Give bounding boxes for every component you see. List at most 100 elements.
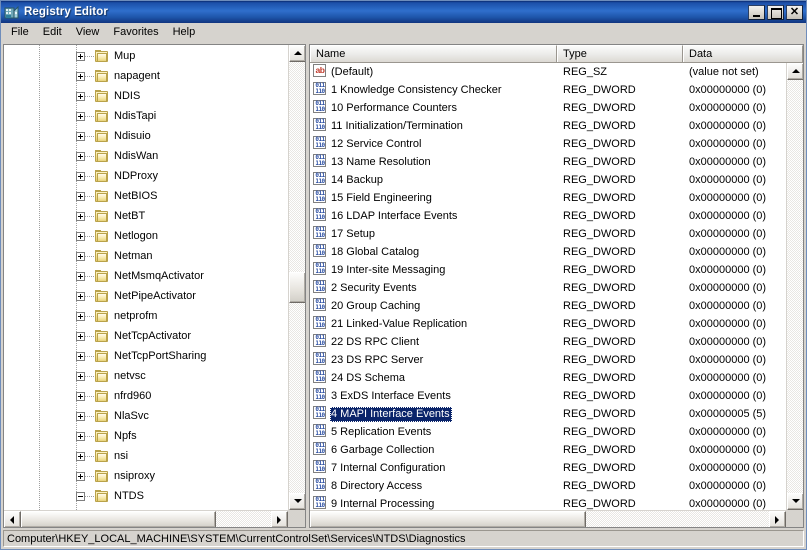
registry-value-row[interactable]: 011 110 19 Inter-site Messaging REG_DWORD 0x… [310,261,786,279]
expand-icon[interactable] [76,151,85,161]
registry-value-row[interactable]: 011 110 9 Internal Processing REG_DWORD 0x00… [310,495,786,510]
list-horizontal-scroll-thumb[interactable] [310,511,586,527]
registry-value-row[interactable]: 011 110 14 Backup REG_DWORD 0x00000000 (0) [310,171,786,189]
expand-icon[interactable] [76,211,85,221]
registry-value-row[interactable]: 011 110 3 ExDS Interface Events REG_DWORD 0x… [310,387,786,405]
registry-value-row[interactable]: 011 110 2 Security Events REG_DWORD 0x000000… [310,279,786,297]
tree-item-netbios[interactable]: NetBIOS [4,186,288,206]
expand-icon[interactable] [76,311,85,321]
tree-item-nlasvc[interactable]: NlaSvc [4,406,288,426]
registry-value-row[interactable]: 011 110 12 Service Control REG_DWORD 0x00000… [310,135,786,153]
registry-value-row[interactable]: ab (Default) REG_SZ (value not set) [310,63,786,81]
tree-item-ndiswan[interactable]: NdisWan [4,146,288,166]
tree-item-ndisuio[interactable]: Ndisuio [4,126,288,146]
tree-horizontal-scrollbar[interactable] [4,510,288,527]
registry-value-row[interactable]: 011 110 11 Initialization/Termination REG_D… [310,117,786,135]
registry-value-row[interactable]: 011 110 1 Knowledge Consistency Checker REG… [310,81,786,99]
tree-item-netman[interactable]: Netman [4,246,288,266]
tree-scroll-left-button[interactable] [4,511,21,527]
expand-icon[interactable] [76,371,85,381]
dword-value-icon: 011 110 [313,495,328,510]
tree-item-nettcpactivator[interactable]: NetTcpActivator [4,326,288,346]
column-header-data[interactable]: Data [683,45,803,62]
expand-icon[interactable] [76,451,85,461]
tree-item-nfrd960[interactable]: nfrd960 [4,386,288,406]
registry-value-row[interactable]: 011 110 13 Name Resolution REG_DWORD 0x00000… [310,153,786,171]
registry-value-row[interactable]: 011 110 5 Replication Events REG_DWORD 0x000… [310,423,786,441]
registry-value-row[interactable]: 011 110 16 LDAP Interface Events REG_DWORD 0… [310,207,786,225]
tree-item-napagent[interactable]: napagent [4,66,288,86]
tree-item-netbt[interactable]: NetBT [4,206,288,226]
column-header-name[interactable]: Name [310,45,557,62]
tree-item-mup[interactable]: Mup [4,46,288,66]
expand-icon[interactable] [76,431,85,441]
column-header-type[interactable]: Type [557,45,683,62]
menu-item-edit[interactable]: Edit [36,24,69,41]
registry-value-row[interactable]: 011 110 21 Linked-Value Replication REG_DWO… [310,315,786,333]
expand-icon[interactable] [76,251,85,261]
menu-item-help[interactable]: Help [166,24,203,41]
expand-icon[interactable] [76,291,85,301]
expand-icon[interactable] [76,331,85,341]
registry-value-row[interactable]: 011 110 10 Performance Counters REG_DWORD 0x… [310,99,786,117]
registry-value-row[interactable]: 011 110 6 Garbage Collection REG_DWORD 0x000… [310,441,786,459]
menu-item-view[interactable]: View [69,24,107,41]
list-vertical-scrollbar[interactable] [786,63,803,510]
registry-value-row[interactable]: 011 110 22 DS RPC Client REG_DWORD 0x0000000… [310,333,786,351]
close-button[interactable] [786,4,803,20]
title-bar[interactable]: Registry Editor [1,1,806,23]
expand-icon[interactable] [76,271,85,281]
registry-value-row[interactable]: 011 110 7 Internal Configuration REG_DWORD 0… [310,459,786,477]
tree-scroll-right-button[interactable] [271,511,288,527]
tree-item-netvsc[interactable]: netvsc [4,366,288,386]
tree-vertical-scroll-thumb[interactable] [289,272,305,303]
tree-scroll-up-button[interactable] [289,45,305,62]
expand-icon[interactable] [76,111,85,121]
tree-item-npfs[interactable]: Npfs [4,426,288,446]
list-horizontal-scrollbar[interactable] [310,510,786,527]
tree-item-ndproxy[interactable]: NDProxy [4,166,288,186]
tree-item-nsi[interactable]: nsi [4,446,288,466]
collapse-icon[interactable] [76,491,85,501]
list-scroll-up-button[interactable] [787,63,803,80]
tree-vertical-scrollbar[interactable] [288,45,305,510]
expand-icon[interactable] [76,171,85,181]
menu-item-file[interactable]: File [4,24,36,41]
expand-icon[interactable] [76,231,85,241]
tree-item-netpipeactivator[interactable]: NetPipeActivator [4,286,288,306]
tree-scroll-down-button[interactable] [289,493,305,510]
expand-icon[interactable] [76,351,85,361]
list-scroll-down-button[interactable] [787,493,803,510]
expand-icon[interactable] [76,391,85,401]
expand-icon[interactable] [76,471,85,481]
registry-value-row[interactable]: 011 110 23 DS RPC Server REG_DWORD 0x0000000… [310,351,786,369]
tree-item-netlogon[interactable]: Netlogon [4,226,288,246]
expand-icon[interactable] [76,71,85,81]
tree-item-nsiproxy[interactable]: nsiproxy [4,466,288,486]
tree-item-netprofm[interactable]: netprofm [4,306,288,326]
expand-icon[interactable] [76,411,85,421]
expand-icon[interactable] [76,91,85,101]
minimize-button[interactable] [748,4,765,20]
tree-item-nettcpportsharing[interactable]: NetTcpPortSharing [4,346,288,366]
menu-item-favorites[interactable]: Favorites [106,24,165,41]
registry-value-row[interactable]: 011 110 18 Global Catalog REG_DWORD 0x000000… [310,243,786,261]
tree-item-ndistapi[interactable]: NdisTapi [4,106,288,126]
tree-connector-line [85,395,94,397]
expand-icon[interactable] [76,131,85,141]
value-type-cell: REG_DWORD [558,408,684,421]
registry-value-row[interactable]: 011 110 4 MAPI Interface Events REG_DWORD 0x… [310,405,786,423]
maximize-button[interactable] [767,4,784,20]
tree-item-ndis[interactable]: NDIS [4,86,288,106]
registry-value-row[interactable]: 011 110 24 DS Schema REG_DWORD 0x00000000 (0… [310,369,786,387]
expand-icon[interactable] [76,51,85,61]
list-scroll-right-button[interactable] [769,511,786,527]
tree-item-ntds[interactable]: NTDS [4,486,288,506]
tree-item-netmsmqactivator[interactable]: NetMsmqActivator [4,266,288,286]
registry-value-row[interactable]: 011 110 20 Group Caching REG_DWORD 0x0000000… [310,297,786,315]
tree-horizontal-scroll-thumb[interactable] [21,511,216,527]
registry-value-row[interactable]: 011 110 8 Directory Access REG_DWORD 0x00000… [310,477,786,495]
expand-icon[interactable] [76,191,85,201]
registry-value-row[interactable]: 011 110 17 Setup REG_DWORD 0x00000000 (0) [310,225,786,243]
registry-value-row[interactable]: 011 110 15 Field Engineering REG_DWORD 0x000… [310,189,786,207]
